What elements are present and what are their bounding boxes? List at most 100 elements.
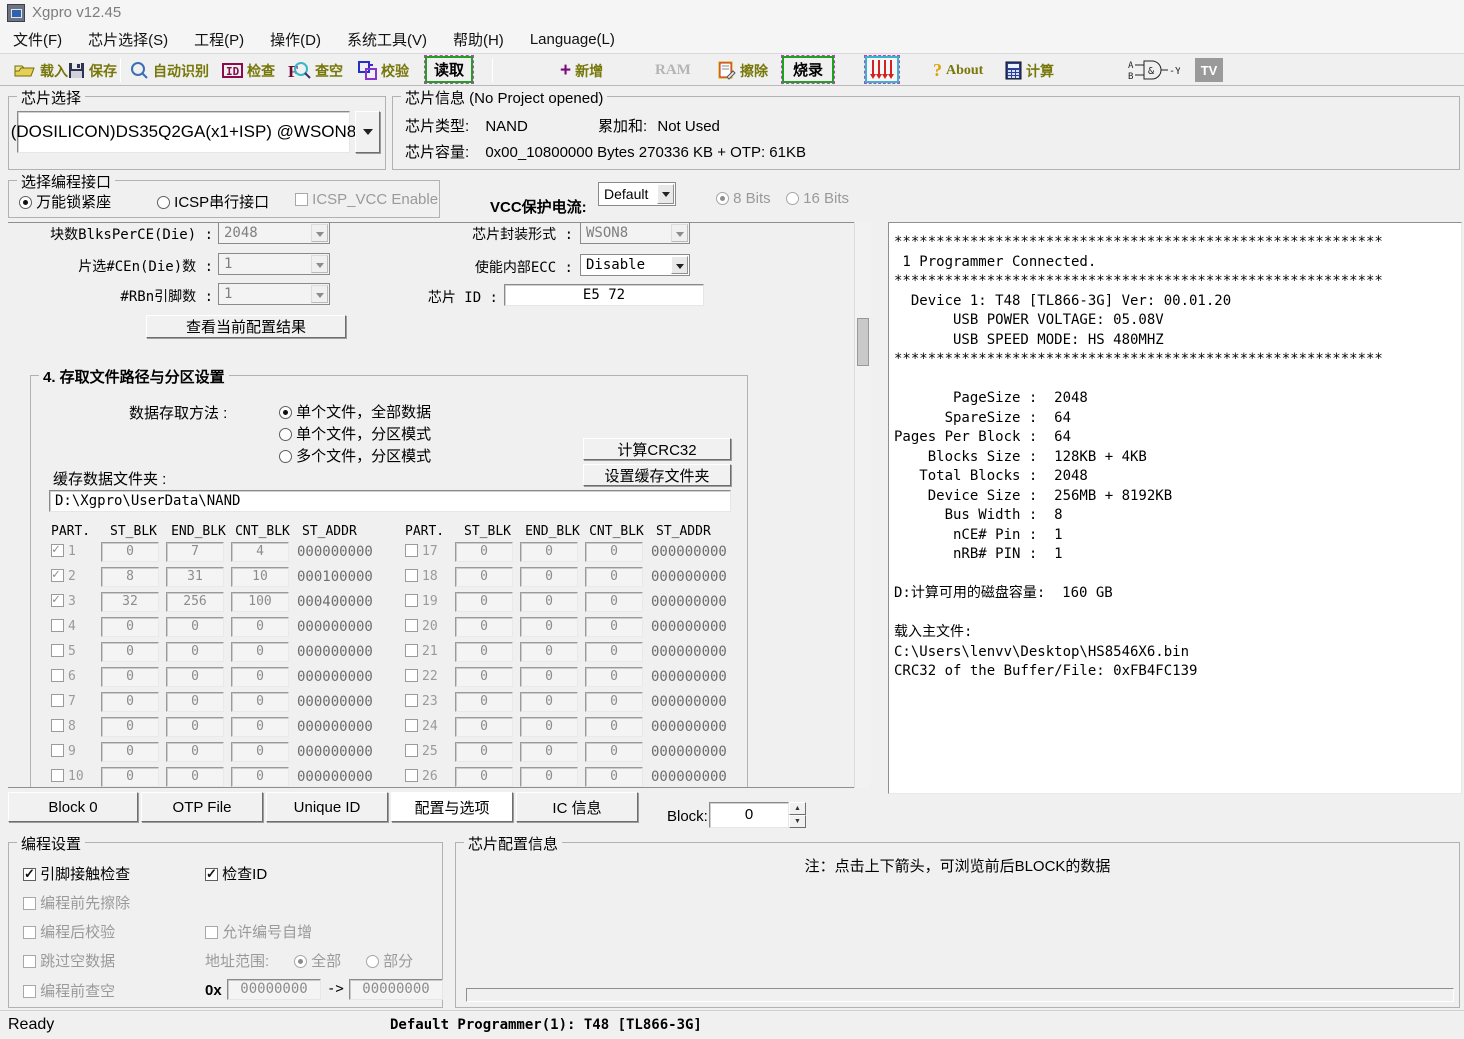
partition-enable-checkbox[interactable]: 3 [51,594,97,609]
partition-enable-checkbox[interactable]: 10 [51,769,97,784]
view-config-button[interactable]: 查看当前配置结果 [146,315,346,338]
partition-enable-checkbox[interactable]: 26 [405,769,451,784]
partition-enable-checkbox[interactable]: 18 [405,569,451,584]
st-blk-field[interactable]: 0 [455,667,513,687]
end-blk-field[interactable]: 0 [520,567,578,587]
scrollbar-thumb[interactable] [857,318,869,366]
cnt-blk-field[interactable]: 0 [585,542,643,562]
partition-enable-checkbox[interactable]: 22 [405,669,451,684]
cnt-blk-field[interactable]: 0 [585,592,643,612]
cnt-blk-field[interactable]: 100 [231,592,289,612]
cnt-blk-field[interactable]: 0 [231,692,289,712]
tab-0[interactable]: Block 0 [8,792,138,822]
partition-enable-checkbox[interactable]: 19 [405,594,451,609]
end-blk-field[interactable]: 0 [520,642,578,662]
partition-enable-checkbox[interactable]: 6 [51,669,97,684]
method-radio-1[interactable]: 单个文件，分区模式 [279,423,431,444]
logic-gate-icon[interactable]: AB&-Y [1128,59,1180,86]
config-scrollbar[interactable] [854,222,870,788]
tab-3[interactable]: 配置与选项 [391,792,513,822]
end-blk-field[interactable]: 0 [166,717,224,737]
cnt-blk-field[interactable]: 0 [231,742,289,762]
cnt-blk-field[interactable]: 0 [231,717,289,737]
menu-item[interactable]: 系统工具(V) [334,25,440,54]
end-blk-field[interactable]: 0 [166,667,224,687]
tab-1[interactable]: OTP File [141,792,263,822]
blank-check-button[interactable]: F 查空 [288,57,343,84]
method-radio-2[interactable]: 多个文件，分区模式 [279,445,431,466]
st-blk-field[interactable]: 0 [455,742,513,762]
socket-button[interactable] [865,56,899,83]
end-blk-field[interactable]: 0 [520,767,578,787]
cnt-blk-field[interactable]: 0 [585,642,643,662]
end-blk-field[interactable]: 0 [520,542,578,562]
about-button[interactable]: ? About [933,57,983,84]
partition-enable-checkbox[interactable]: 25 [405,744,451,759]
cnt-blk-field[interactable]: 4 [231,542,289,562]
st-blk-field[interactable]: 0 [455,567,513,587]
chip-select-dropdown-button[interactable] [355,111,380,153]
cnt-blk-field[interactable]: 10 [231,567,289,587]
st-blk-field[interactable]: 0 [101,767,159,787]
cache-folder-field[interactable]: D:\Xgpro\UserData\NAND [49,490,731,512]
end-blk-field[interactable]: 0 [166,767,224,787]
cnt-blk-field[interactable]: 0 [231,667,289,687]
end-blk-field[interactable]: 0 [166,692,224,712]
partition-enable-checkbox[interactable]: 17 [405,544,451,559]
st-blk-field[interactable]: 0 [101,642,159,662]
ecc-combo[interactable]: Disable [580,254,690,276]
save-button[interactable]: 保存 [68,57,117,84]
set-cache-folder-button[interactable]: 设置缓存文件夹 [583,464,731,486]
block-number-field[interactable]: 0 [709,802,789,828]
cnt-blk-field[interactable]: 0 [585,742,643,762]
cnt-blk-field[interactable]: 0 [585,567,643,587]
end-blk-field[interactable]: 256 [166,592,224,612]
end-blk-field[interactable]: 0 [166,642,224,662]
st-blk-field[interactable]: 0 [455,767,513,787]
method-radio-0[interactable]: 单个文件，全部数据 [279,401,431,422]
vcc-combo[interactable]: Default [598,182,676,206]
cnt-blk-field[interactable]: 0 [585,667,643,687]
end-blk-field[interactable]: 0 [520,692,578,712]
partition-enable-checkbox[interactable]: 5 [51,644,97,659]
load-button[interactable]: 载入 [14,57,68,84]
partition-enable-checkbox[interactable]: 8 [51,719,97,734]
end-blk-field[interactable]: 0 [520,667,578,687]
block-spin-down[interactable]: ▼ [789,815,806,828]
cnt-blk-field[interactable]: 0 [231,617,289,637]
partition-enable-checkbox[interactable]: 23 [405,694,451,709]
partition-enable-checkbox[interactable]: 21 [405,644,451,659]
partition-enable-checkbox[interactable]: 4 [51,619,97,634]
check-id-button[interactable]: ID 检查 [222,57,275,84]
read-button[interactable]: 读取 [425,56,473,83]
menu-item[interactable]: 芯片选择(S) [75,25,181,54]
erase-button[interactable]: 擦除 [718,57,768,84]
cnt-blk-field[interactable]: 0 [585,692,643,712]
tab-4[interactable]: IC 信息 [516,792,638,822]
menu-item[interactable]: 操作(D) [257,25,334,54]
tv-button[interactable]: TV [1195,58,1223,82]
partition-enable-checkbox[interactable]: 9 [51,744,97,759]
cnt-blk-field[interactable]: 0 [585,717,643,737]
crc32-button[interactable]: 计算CRC32 [583,438,731,460]
menu-item[interactable]: 文件(F) [0,25,75,54]
pin-check-checkbox[interactable]: 引脚接触检查 [23,863,130,884]
st-blk-field[interactable]: 0 [101,742,159,762]
st-blk-field[interactable]: 32 [101,592,159,612]
partition-enable-checkbox[interactable]: 24 [405,719,451,734]
add-button[interactable]: + 新增 [560,57,603,84]
end-blk-field[interactable]: 0 [520,617,578,637]
cnt-blk-field[interactable]: 0 [585,767,643,787]
end-blk-field[interactable]: 31 [166,567,224,587]
verify-button[interactable]: 校验 [358,57,409,84]
end-blk-field[interactable]: 0 [520,592,578,612]
st-blk-field[interactable]: 0 [101,667,159,687]
st-blk-field[interactable]: 0 [455,617,513,637]
cnt-blk-field[interactable]: 0 [585,617,643,637]
st-blk-field[interactable]: 0 [455,542,513,562]
block-spin-up[interactable]: ▲ [789,802,806,815]
partition-enable-checkbox[interactable]: 2 [51,569,97,584]
end-blk-field[interactable]: 7 [166,542,224,562]
menu-item[interactable]: 工程(P) [181,25,257,54]
st-blk-field[interactable]: 0 [101,717,159,737]
